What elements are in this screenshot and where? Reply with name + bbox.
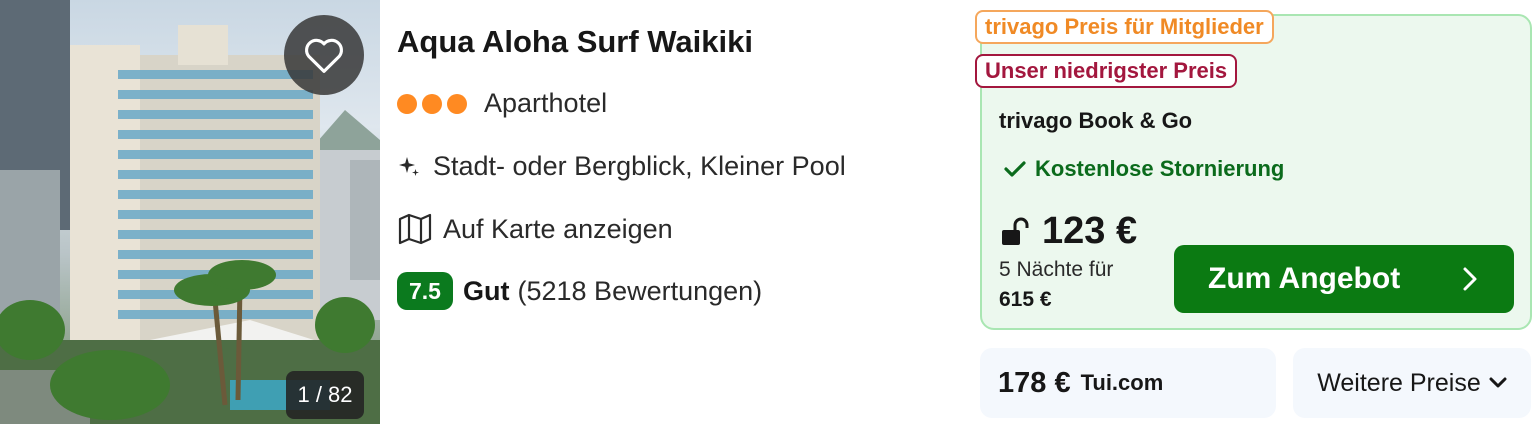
unlock-icon	[1002, 217, 1029, 245]
alternative-offer[interactable]: 178 € Tui.com	[980, 348, 1276, 418]
map-link-label[interactable]: Auf Karte anzeigen	[443, 214, 673, 245]
map-link[interactable]: Auf Karte anzeigen	[397, 213, 673, 245]
member-price-tag: trivago Preis für Mitglieder	[975, 10, 1274, 44]
total-price: 615 €	[999, 288, 1052, 311]
view-deal-button[interactable]: Zum Angebot	[1174, 245, 1514, 313]
offer-price-line: 123 €	[1000, 210, 1137, 253]
review-count: (5218 Bewertungen)	[517, 275, 763, 306]
star-dot-icon	[397, 93, 417, 114]
chevron-down-icon	[1489, 377, 1507, 388]
rating-label: Gut	[463, 275, 510, 306]
free-cancellation: Kostenlose Stornierung	[1004, 156, 1284, 182]
star-dot-icon	[422, 93, 442, 114]
more-prices-label: Weitere Preise	[1317, 368, 1481, 397]
hotel-type: Aparthotel	[484, 88, 608, 118]
hotel-photo[interactable]: 1 / 82	[0, 0, 380, 424]
nights-label: 5 Nächte für	[999, 258, 1114, 281]
features-text: Stadt- oder Bergblick, Kleiner Pool	[433, 151, 846, 181]
chevron-right-icon	[1463, 267, 1477, 291]
booking-partner: trivago Book & Go	[999, 108, 1193, 133]
lowest-price-tag: Unser niedrigster Preis	[975, 54, 1238, 88]
view-deal-label: Zum Angebot	[1208, 262, 1401, 295]
favorite-button[interactable]	[284, 15, 364, 95]
hotel-category: Aparthotel	[397, 88, 607, 119]
hotel-name[interactable]: Aqua Aloha Surf Waikiki	[397, 24, 753, 60]
sparkle-icon	[399, 156, 419, 176]
photo-counter: 1 / 82	[286, 371, 364, 419]
alternative-offer-price: 178 €	[998, 366, 1071, 399]
checkmark-icon	[1004, 161, 1026, 177]
alternative-offer-site: Tui.com	[1080, 370, 1164, 395]
offer-price: 123 €	[1042, 210, 1138, 252]
star-rating	[397, 93, 467, 114]
rating-row[interactable]: 7.5 Gut (5218 Bewertungen)	[397, 272, 762, 310]
rating-score-badge: 7.5	[397, 272, 453, 310]
map-icon	[398, 213, 432, 245]
heart-outline-icon	[305, 38, 343, 73]
more-prices-button[interactable]: Weitere Preise	[1293, 348, 1531, 418]
star-dot-icon	[447, 93, 467, 114]
hotel-features: Stadt- oder Bergblick, Kleiner Pool	[397, 151, 846, 182]
free-cancellation-label: Kostenlose Stornierung	[1035, 156, 1285, 181]
